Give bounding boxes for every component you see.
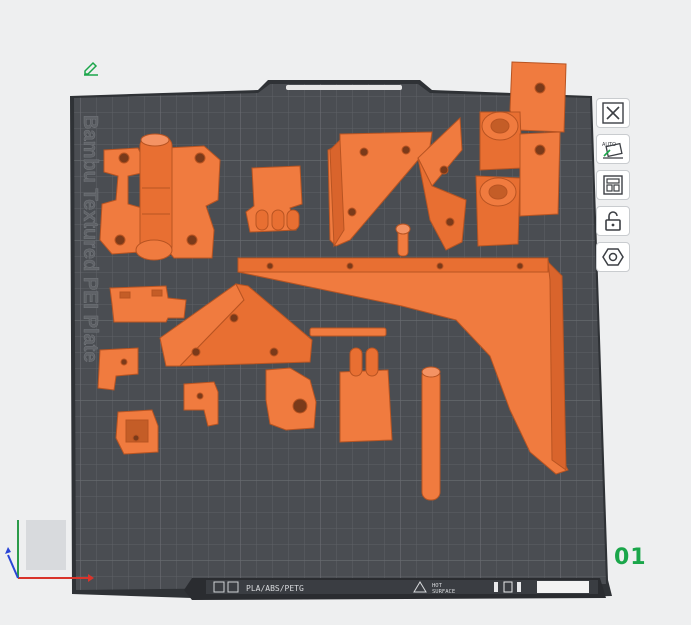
part-pin[interactable] (395, 223, 411, 257)
lock-icon (605, 211, 621, 231)
auto-orient-button[interactable]: AUTO (596, 134, 630, 164)
plate-toolbar: AUTO (596, 98, 636, 272)
plate-sticker (537, 581, 589, 593)
3d-viewport[interactable]: Bambu Textured PEI Plate PLA/ABS/PETG HO… (0, 0, 691, 625)
lock-plate-button[interactable] (596, 206, 630, 236)
part-hinge-large[interactable] (99, 133, 221, 261)
part-long-rod[interactable] (421, 366, 441, 501)
part-small-hinge[interactable] (245, 165, 303, 233)
arrange-button[interactable] (596, 170, 630, 200)
close-icon (602, 102, 624, 124)
material-label: PLA/ABS/PETG (246, 584, 304, 593)
part-box-clip[interactable] (115, 409, 159, 455)
surface-label: SURFACE (432, 589, 455, 595)
auto-orient-icon: AUTO (602, 142, 623, 159)
plate-handle (286, 85, 402, 90)
plate-label: Bambu Textured PEI Plate (79, 115, 101, 362)
plate-info-strip: PLA/ABS/PETG HOT SURFACE (184, 578, 606, 600)
close-plate-button[interactable] (596, 98, 630, 128)
plate-settings-button[interactable] (596, 242, 630, 272)
part-tall-block-lower[interactable] (475, 175, 521, 247)
plate-number[interactable]: 01 (614, 545, 647, 570)
edit-plate-name-icon[interactable] (82, 60, 100, 80)
part-thin-bar[interactable] (309, 327, 387, 337)
origin-region (26, 520, 66, 570)
arrange-icon (603, 175, 623, 195)
hexagon-settings-icon (602, 248, 624, 266)
